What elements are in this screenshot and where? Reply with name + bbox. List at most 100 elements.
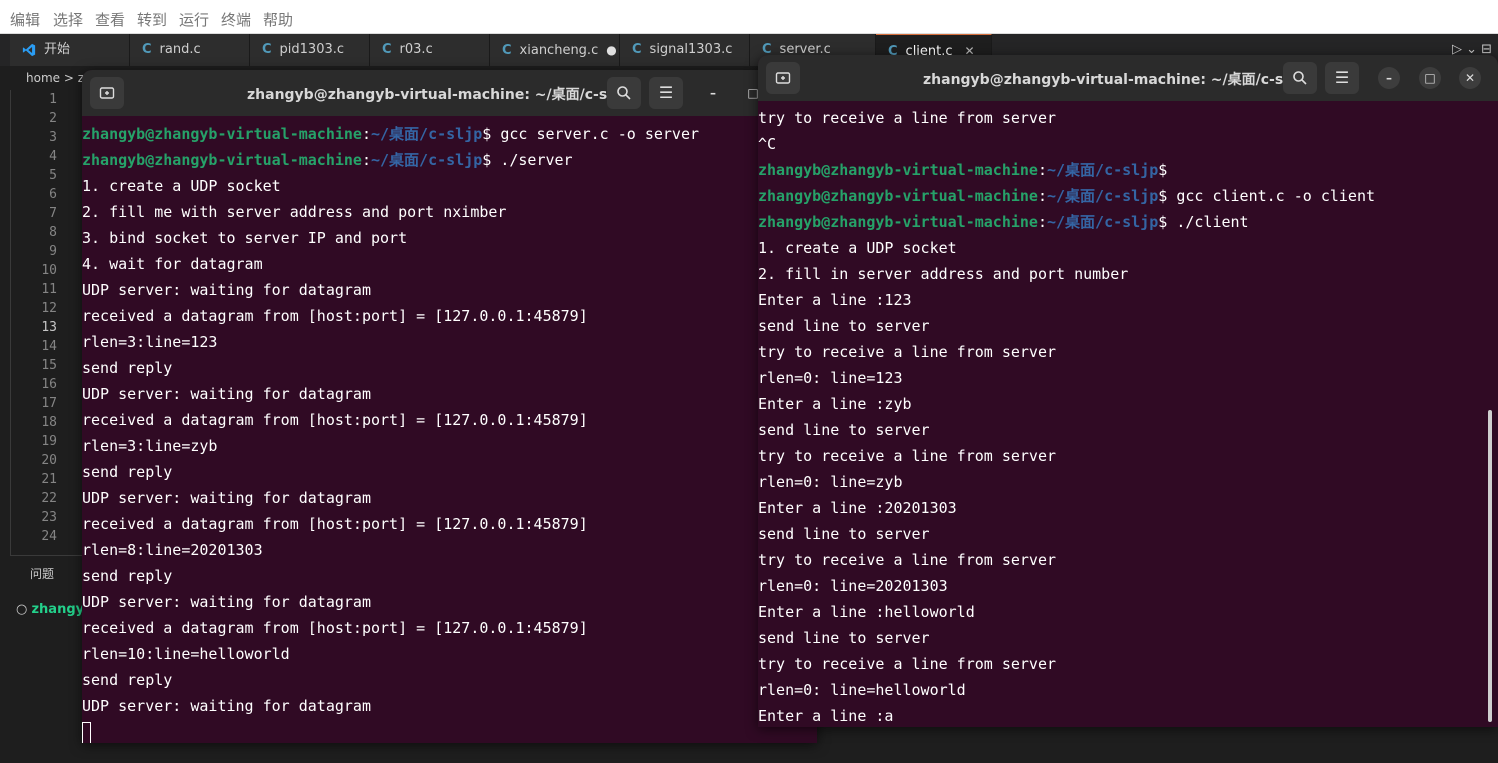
- output-text: rlen=3:line=123: [82, 333, 218, 351]
- terminal-window-server[interactable]: zhangyb@zhangyb-virtual-machine: ~/桌面/c-…: [82, 70, 817, 743]
- terminal-line: received a datagram from [host:port] = […: [82, 615, 588, 641]
- line-number: 6: [49, 187, 57, 202]
- terminal-line: UDP server: waiting for datagram: [82, 277, 371, 303]
- tab-rand-c[interactable]: Crand.c: [130, 34, 250, 66]
- output-text: 2. fill me with server address and port …: [82, 203, 507, 221]
- output-text: rlen=0: line=helloworld: [758, 681, 966, 699]
- output-text: rlen=0: line=123: [758, 369, 903, 387]
- output-text: received a datagram from [host:port] = […: [82, 515, 588, 533]
- output-text: send reply: [82, 463, 173, 481]
- menu-selection[interactable]: 选择: [53, 9, 83, 30]
- terminal-scrollbar[interactable]: [1488, 410, 1492, 722]
- line-number: 7: [49, 206, 57, 221]
- terminal-line: Enter a line :zyb: [758, 391, 912, 417]
- output-text: rlen=0: line=20201303: [758, 577, 948, 595]
- close-icon[interactable]: ✕: [1459, 67, 1481, 89]
- tab-label: r03.c: [399, 42, 433, 57]
- terminal-line: UDP server: waiting for datagram: [82, 485, 371, 511]
- terminal-line: Enter a line :helloworld: [758, 599, 975, 625]
- unsaved-dot-icon: ●: [606, 43, 617, 57]
- terminal-line: send line to server: [758, 521, 930, 547]
- tab-signal1303-c[interactable]: Csignal1303.c: [620, 34, 750, 66]
- c-file-icon: C: [142, 42, 152, 57]
- output-text: send line to server: [758, 421, 930, 439]
- terminal-line: send reply: [82, 667, 172, 693]
- line-number: 2: [49, 111, 57, 126]
- new-tab-icon[interactable]: [90, 77, 124, 109]
- terminal-line: 3. bind socket to server IP and port: [82, 225, 407, 251]
- minimize-icon[interactable]: –: [702, 82, 724, 104]
- search-icon[interactable]: [607, 77, 641, 109]
- menu-run[interactable]: 运行: [179, 9, 209, 30]
- text-cursor: [82, 721, 91, 743]
- hamburger-menu-icon[interactable]: ☰: [1325, 62, 1359, 94]
- output-text: UDP server: waiting for datagram: [82, 593, 371, 611]
- c-file-icon: C: [502, 43, 512, 58]
- output-text: send line to server: [758, 629, 930, 647]
- tab-welcome[interactable]: 开始: [10, 34, 130, 66]
- prompt-separator: :: [1037, 187, 1047, 205]
- terminal-cursor[interactable]: [82, 719, 91, 743]
- line-number: 8: [49, 225, 57, 240]
- line-number: 11: [41, 282, 57, 297]
- output-text: 1. create a UDP socket: [758, 239, 957, 257]
- terminal-line: send line to server: [758, 625, 930, 651]
- prompt-path: ~/桌面/c-sljp: [371, 151, 483, 169]
- panel-terminal-prompt: ○ zhangyb: [16, 602, 82, 617]
- line-number: 5: [49, 168, 57, 183]
- terminal-line: 1. create a UDP socket: [82, 173, 281, 199]
- prompt-separator: :: [1037, 213, 1047, 231]
- panel-tab-problems[interactable]: 问题: [30, 565, 54, 582]
- menu-help[interactable]: 帮助: [263, 9, 293, 30]
- output-text: 3. bind socket to server IP and port: [82, 229, 408, 247]
- line-number: 12: [41, 301, 57, 316]
- tab-label: 开始: [44, 42, 71, 57]
- terminal-line: zhangyb@zhangyb-virtual-machine:~/桌面/c-s…: [758, 209, 1249, 235]
- menu-edit[interactable]: 编辑: [10, 9, 40, 30]
- prompt-user: zhangyb@zhangyb-virtual-machine: [82, 151, 362, 169]
- output-text: received a datagram from [host:port] = […: [82, 307, 588, 325]
- terminal-output[interactable]: zhangyb@zhangyb-virtual-machine:~/桌面/c-s…: [82, 120, 817, 743]
- terminal-titlebar[interactable]: zhangyb@zhangyb-virtual-machine: ~/桌面/c-…: [758, 55, 1498, 101]
- terminal-line: send line to server: [758, 417, 930, 443]
- terminal-line: 1. create a UDP socket: [758, 235, 957, 261]
- line-number: 4: [49, 149, 57, 164]
- hamburger-menu-icon[interactable]: ☰: [649, 77, 683, 109]
- new-tab-icon[interactable]: [766, 62, 800, 94]
- terminal-line: send reply: [82, 459, 172, 485]
- terminal-window-client[interactable]: zhangyb@zhangyb-virtual-machine: ~/桌面/c-…: [758, 55, 1498, 727]
- output-text: Enter a line :123: [758, 291, 912, 309]
- terminal-output[interactable]: try to receive a line from server ^C zhang…: [758, 105, 1498, 727]
- terminal-line: try to receive a line from server: [758, 443, 1056, 469]
- output-text: received a datagram from [host:port] = […: [82, 619, 588, 637]
- output-text: 1. create a UDP socket: [82, 177, 281, 195]
- menu-terminal[interactable]: 终端: [221, 9, 251, 30]
- search-icon[interactable]: [1283, 62, 1317, 94]
- tab-xiancheng-c[interactable]: Cxiancheng.c ●: [490, 34, 620, 66]
- terminal-line: rlen=0: line=zyb: [758, 469, 903, 495]
- terminal-line: UDP server: waiting for datagram: [82, 381, 371, 407]
- tab-r03-c[interactable]: Cr03.c: [370, 34, 490, 66]
- terminal-line: 2. fill in server address and port numbe…: [758, 261, 1128, 287]
- menu-go[interactable]: 转到: [137, 9, 167, 30]
- breadcrumb[interactable]: home > z: [10, 66, 90, 90]
- command-text: $ ./client: [1158, 213, 1249, 231]
- maximize-icon[interactable]: □: [1419, 67, 1441, 89]
- tab-pid1303-c[interactable]: Cpid1303.c: [250, 34, 370, 66]
- output-text: send reply: [82, 359, 173, 377]
- line-number: 3: [49, 130, 57, 145]
- prompt-path: ~/桌面/c-sljp: [1047, 161, 1159, 179]
- terminal-titlebar[interactable]: zhangyb@zhangyb-virtual-machine: ~/桌面/c-…: [82, 70, 817, 116]
- menu-view[interactable]: 查看: [95, 9, 125, 30]
- prompt-user: zhangyb@zhangyb-virtual-machine: [82, 125, 362, 143]
- terminal-line: Enter a line :20201303: [758, 495, 957, 521]
- command-text: $ ./server: [482, 151, 573, 169]
- tab-label: rand.c: [159, 42, 201, 57]
- terminal-line: try to receive a line from server: [758, 105, 1056, 131]
- line-number: 24: [41, 529, 57, 544]
- terminal-line: try to receive a line from server: [758, 547, 1056, 573]
- minimize-icon[interactable]: –: [1378, 67, 1400, 89]
- tab-label: pid1303.c: [279, 42, 345, 57]
- prompt-user: zhangyb@zhangyb-virtual-machine: [758, 213, 1038, 231]
- output-text: Enter a line :helloworld: [758, 603, 975, 621]
